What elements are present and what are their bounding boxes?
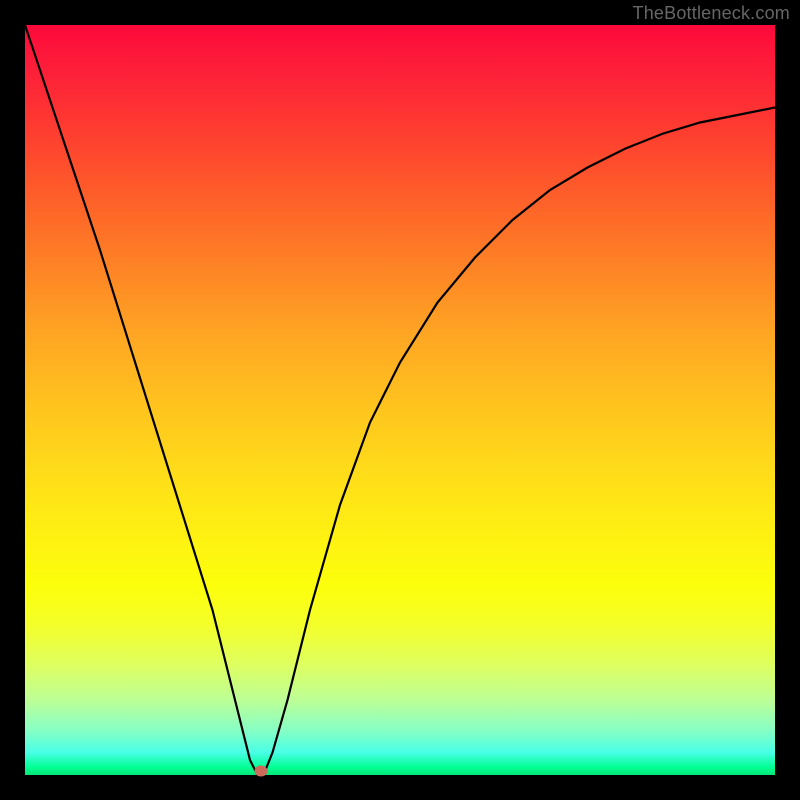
plot-area: [25, 25, 775, 775]
chart-frame: TheBottleneck.com: [0, 0, 800, 800]
optimal-point-marker: [255, 766, 268, 777]
watermark-text: TheBottleneck.com: [633, 3, 790, 24]
